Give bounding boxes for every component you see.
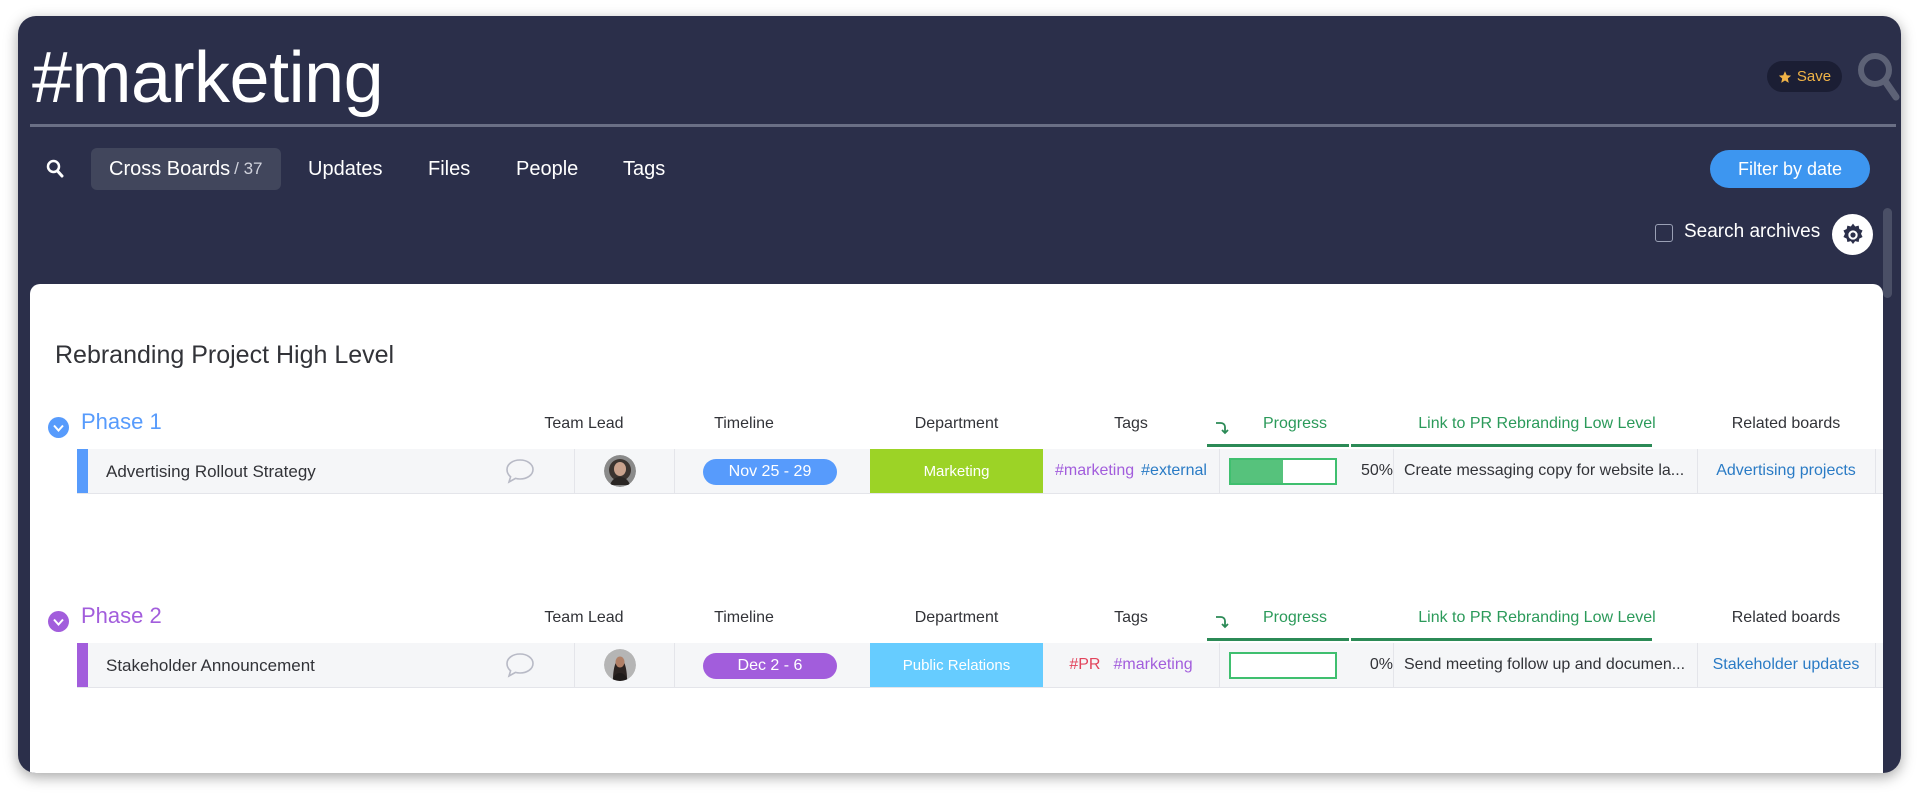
progress-column-icon (1216, 422, 1229, 435)
item-name[interactable]: Advertising Rollout Strategy (106, 462, 316, 482)
page-title: #marketing (32, 38, 384, 118)
save-button-label: Save (1796, 68, 1832, 85)
tags-cell[interactable]: #PR #marketing (1043, 643, 1219, 687)
linked-item[interactable]: Create messaging copy for website la... (1404, 462, 1694, 480)
tab-cross-boards-count: / 37 (234, 159, 263, 178)
tab-tags[interactable]: Tags (623, 148, 665, 190)
row-color-bar (77, 449, 88, 493)
timeline-pill[interactable]: Nov 25 - 29 (703, 459, 837, 485)
cell-divider (1875, 449, 1876, 493)
progress-bar (1229, 458, 1337, 485)
progress-fill (1231, 460, 1283, 483)
avatar[interactable] (604, 649, 636, 681)
progress-percent: 50% (1360, 462, 1393, 479)
search-archives-checkbox[interactable] (1655, 224, 1673, 242)
avatar-photo (604, 455, 636, 487)
chevron-down-icon (53, 424, 64, 432)
progress-column-icon (1216, 616, 1229, 629)
group-phase-2: Phase 2 Team Lead Timeline Department Ta… (30, 597, 1883, 688)
item-name[interactable]: Stakeholder Announcement (106, 656, 315, 676)
tag[interactable]: #marketing (1055, 462, 1134, 480)
group-collapse-toggle[interactable] (48, 417, 69, 438)
group-collapse-toggle[interactable] (48, 611, 69, 632)
department-status[interactable]: Public Relations (870, 643, 1043, 687)
progress-header-underline (1207, 444, 1349, 447)
column-header-progress[interactable]: Progress (1240, 415, 1350, 433)
column-header-link[interactable]: Link to PR Rebranding Low Level (1392, 415, 1682, 433)
comment-icon[interactable] (504, 651, 536, 679)
column-header-tags[interactable]: Tags (1043, 609, 1219, 627)
column-header-progress[interactable]: Progress (1240, 609, 1350, 627)
filter-by-date-button[interactable]: Filter by date (1710, 150, 1870, 188)
tab-cross-boards-label: Cross Boards (109, 157, 231, 180)
cell-divider (1393, 449, 1394, 493)
tab-updates[interactable]: Updates (308, 148, 383, 190)
search-tab-icon[interactable] (46, 159, 64, 179)
comment-icon[interactable] (504, 457, 536, 485)
group-name[interactable]: Phase 1 (81, 409, 162, 435)
department-status[interactable]: Marketing (870, 449, 1043, 493)
progress-bar (1229, 652, 1337, 679)
app-window: #marketing Save Cross Boards / 37 Update… (18, 16, 1901, 773)
tab-people[interactable]: People (516, 148, 578, 190)
tag[interactable]: #external (1141, 462, 1207, 480)
table-row[interactable]: Advertising Rollout Strategy Nov 25 - 29… (77, 449, 1883, 494)
cell-divider (1393, 643, 1394, 687)
cell-divider (1875, 643, 1876, 687)
settings-button[interactable] (1832, 214, 1873, 255)
column-header-link[interactable]: Link to PR Rebranding Low Level (1392, 609, 1682, 627)
column-header-team-lead[interactable]: Team Lead (527, 415, 641, 433)
group-phase-1: Phase 1 Team Lead Timeline Department Ta… (30, 403, 1883, 494)
related-board-link[interactable]: Advertising projects (1697, 462, 1875, 480)
link-header-underline (1351, 444, 1652, 447)
column-header-related-boards[interactable]: Related boards (1697, 415, 1875, 433)
search-archives-label: Search archives (1684, 221, 1821, 242)
tag[interactable]: #marketing (1113, 656, 1192, 674)
group-name[interactable]: Phase 2 (81, 603, 162, 629)
avatar[interactable] (604, 455, 636, 487)
chevron-down-icon (53, 618, 64, 626)
tags-cell[interactable]: #marketing #external (1043, 449, 1219, 493)
cell-divider (574, 449, 575, 493)
tag[interactable]: #PR (1069, 656, 1100, 674)
column-header-tags[interactable]: Tags (1043, 415, 1219, 433)
board-panel: Rebranding Project High Level Phase 1 Te… (30, 284, 1883, 773)
related-board-link[interactable]: Stakeholder updates (1697, 656, 1875, 674)
tab-files[interactable]: Files (428, 148, 470, 190)
column-header-department[interactable]: Department (870, 609, 1043, 627)
cell-divider (574, 643, 575, 687)
column-header-related-boards[interactable]: Related boards (1697, 609, 1875, 627)
cell-divider (1219, 449, 1220, 493)
progress-header-underline (1207, 638, 1349, 641)
tab-cross-boards[interactable]: Cross Boards / 37 (91, 148, 281, 190)
progress-percent: 0% (1369, 656, 1393, 673)
column-header-timeline[interactable]: Timeline (677, 609, 811, 627)
row-color-bar (77, 643, 88, 687)
column-header-team-lead[interactable]: Team Lead (527, 609, 641, 627)
gear-icon (1842, 223, 1863, 244)
link-header-underline (1351, 638, 1652, 641)
star-icon (1778, 70, 1792, 83)
column-header-department[interactable]: Department (870, 415, 1043, 433)
column-header-timeline[interactable]: Timeline (677, 415, 811, 433)
title-divider (30, 124, 1896, 127)
cell-divider (1219, 643, 1220, 687)
save-button[interactable]: Save (1767, 61, 1842, 92)
table-row[interactable]: Stakeholder Announcement Dec 2 - 6 Publi… (77, 643, 1883, 688)
scrollbar[interactable] (1883, 208, 1892, 298)
timeline-pill[interactable]: Dec 2 - 6 (703, 653, 837, 679)
cell-divider (674, 449, 675, 493)
cell-divider (674, 643, 675, 687)
search-icon[interactable] (1856, 51, 1900, 103)
board-title: Rebranding Project High Level (55, 341, 395, 369)
avatar-photo (604, 649, 636, 681)
linked-item[interactable]: Send meeting follow up and documen... (1404, 656, 1694, 674)
